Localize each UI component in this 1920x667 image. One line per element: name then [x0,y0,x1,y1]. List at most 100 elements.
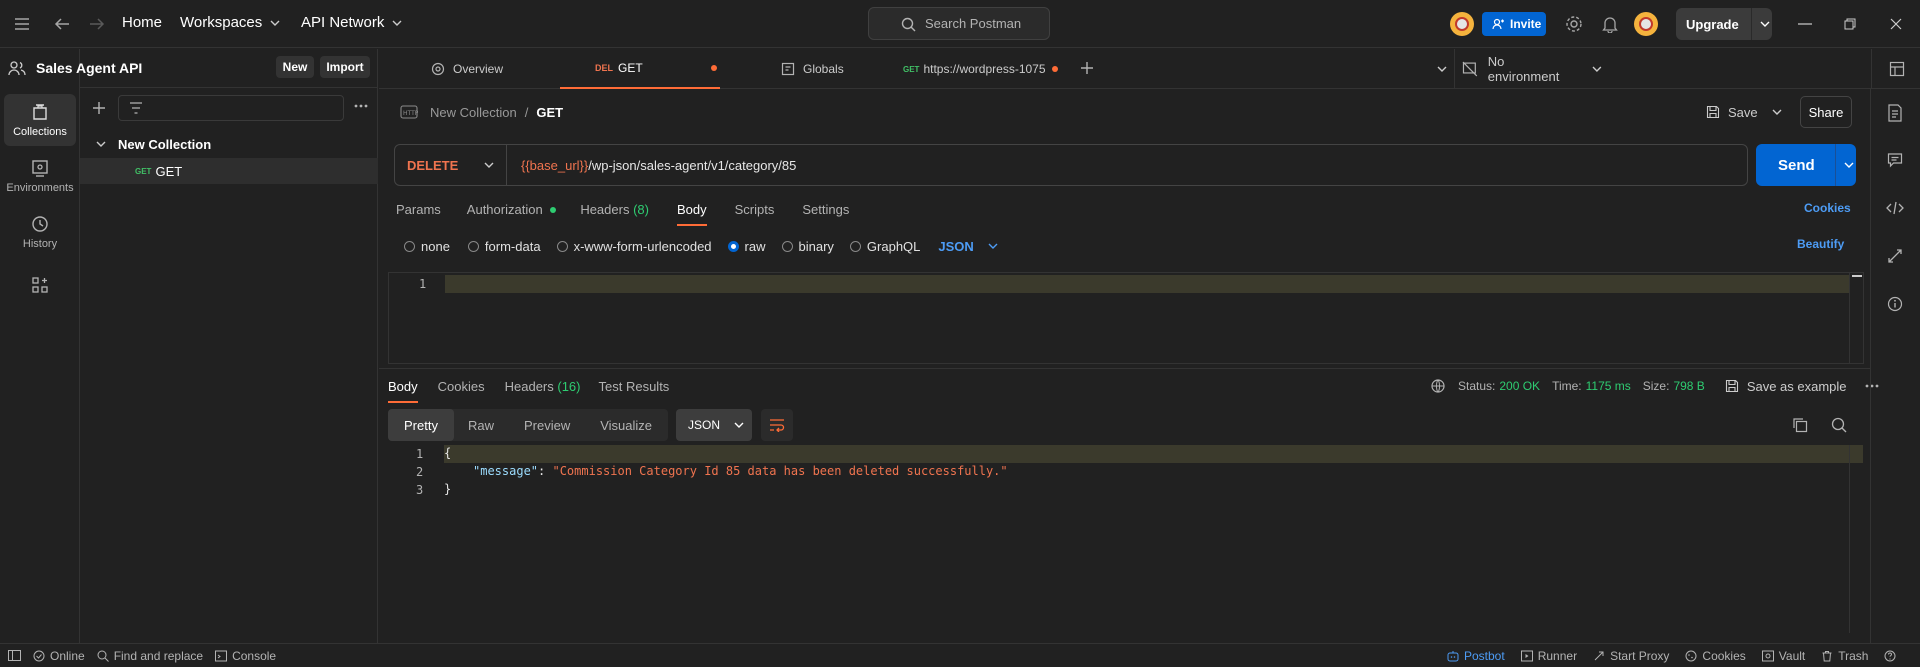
minimize-window-icon[interactable] [1793,12,1817,36]
breadcrumb-request[interactable]: GET [536,105,563,120]
tab-params[interactable]: Params [396,202,441,217]
invite-button[interactable]: Invite [1482,12,1546,36]
new-button[interactable]: New [276,56,314,78]
runner-button[interactable]: Runner [1520,649,1577,663]
url-input[interactable]: {{base_url}} /wp-json/sales-agent/v1/cat… [521,145,796,185]
beautify-link[interactable]: Beautify [1797,237,1844,251]
environment-selector[interactable]: No environment [1462,49,1602,89]
radio-graphql[interactable]: GraphQL [849,239,920,254]
search-input[interactable]: Search Postman [868,7,1050,40]
breadcrumb-separator: / [524,104,529,120]
restore-window-icon[interactable] [1838,12,1862,36]
add-collection-icon[interactable] [92,101,106,115]
find-replace-button[interactable]: Find and replace [97,649,203,663]
info-icon[interactable] [1887,296,1903,312]
tab-settings[interactable]: Settings [802,202,849,217]
console-button[interactable]: Console [215,649,276,663]
help-icon[interactable] [1884,650,1896,662]
new-tab-plus-icon[interactable] [1080,61,1094,75]
user-avatar[interactable] [1634,12,1658,36]
more-options-icon[interactable] [1865,384,1879,388]
tab-headers[interactable]: Headers (8) [580,202,649,217]
related-collections-icon[interactable] [1887,248,1903,264]
share-button[interactable]: Share [1800,96,1852,128]
raw-format-select[interactable]: JSON [938,239,998,254]
time-value[interactable]: 1175 ms [1586,379,1631,393]
status-value[interactable]: 200 OK [1499,379,1540,393]
back-arrow-icon[interactable] [50,12,74,36]
tabs-overflow-chevron-icon[interactable] [1437,66,1447,72]
trash-button[interactable]: Trash [1821,649,1868,663]
response-tab-test-results[interactable]: Test Results [599,379,670,394]
tab-body[interactable]: Body [676,201,707,226]
workspaces-menu[interactable]: Workspaces [180,14,280,31]
cookies-button[interactable]: Cookies [1685,649,1746,663]
postbot-button[interactable]: Postbot [1447,649,1505,663]
documentation-icon[interactable] [1887,104,1903,122]
save-button[interactable]: Save [1706,99,1782,125]
upgrade-button[interactable]: Upgrade [1676,8,1772,40]
chevron-down-icon[interactable] [1844,162,1854,168]
settings-gear-icon[interactable] [1562,12,1586,36]
configure-sidebar-button[interactable] [4,269,76,301]
wrap-lines-button[interactable] [761,409,793,441]
tab-globals[interactable]: Globals [781,49,851,89]
response-body-viewer[interactable]: 1 2 3 { "message": "Commission Category … [379,445,1863,639]
tab-scripts[interactable]: Scripts [735,202,775,217]
search-response-icon[interactable] [1831,417,1847,433]
response-format-select[interactable]: JSON [676,409,752,441]
rail-item-environments[interactable]: Environments [4,150,76,202]
start-proxy-button[interactable]: Start Proxy [1593,649,1669,663]
more-options-icon[interactable] [354,104,368,108]
response-tab-body[interactable]: Body [388,379,418,403]
request-item[interactable]: GET GET [80,158,378,184]
online-status[interactable]: Online [33,649,85,663]
home-link[interactable]: Home [122,14,162,31]
forward-arrow-icon[interactable] [85,12,109,36]
radio-raw-label: raw [744,238,766,254]
radio-binary[interactable]: binary [781,239,834,254]
radio-raw[interactable]: raw [727,238,766,254]
view-pretty[interactable]: Pretty [388,409,454,441]
import-button[interactable]: Import [320,56,370,78]
team-avatar[interactable] [1450,12,1474,36]
environment-quick-look-icon[interactable] [1889,61,1905,77]
filter-input[interactable] [118,95,344,121]
hamburger-menu-icon[interactable] [10,12,34,36]
request-body-editor[interactable]: 1 [388,272,1864,364]
vault-button[interactable]: Vault [1761,648,1806,663]
tab-overview[interactable]: Overview [431,49,507,89]
response-tab-cookies[interactable]: Cookies [438,379,485,394]
chevron-down-icon[interactable] [1772,109,1782,115]
radio-urlencoded[interactable]: x-www-form-urlencoded [556,239,712,254]
notifications-bell-icon[interactable] [1598,12,1622,36]
view-raw[interactable]: Raw [468,418,494,433]
radio-form-data[interactable]: form-data [467,239,541,254]
body-label: Body [676,201,707,217]
view-visualize[interactable]: Visualize [600,418,652,433]
view-preview[interactable]: Preview [524,418,570,433]
save-as-example-button[interactable]: Save as example [1725,379,1847,394]
code-snippet-icon[interactable] [1886,201,1904,215]
radio-none[interactable]: none [404,239,450,254]
rail-item-collections[interactable]: Collections [4,94,76,146]
copy-icon[interactable] [1792,417,1808,433]
toggle-sidebar-icon[interactable] [8,650,21,661]
network-globe-icon[interactable] [1430,378,1446,394]
api-network-menu[interactable]: API Network [301,14,402,31]
breadcrumb-collection[interactable]: New Collection [430,105,517,120]
method-select[interactable]: DELETE [395,145,507,185]
comments-icon[interactable] [1887,152,1903,168]
tab-delete-request[interactable]: DEL GET [560,49,720,89]
tab-get-request[interactable]: GET https://wordpress-1075 [903,49,1058,89]
send-button[interactable]: Send [1778,157,1815,174]
vault-label: Vault [1778,648,1806,663]
response-tab-headers[interactable]: Headers (16) [505,379,581,394]
rail-item-history[interactable]: History [4,206,76,258]
tab-authorization[interactable]: Authorization [467,202,557,217]
chevron-down-icon[interactable] [1760,21,1770,27]
close-window-icon[interactable] [1884,12,1908,36]
size-value[interactable]: 798 B [1673,379,1704,393]
collection-item[interactable]: New Collection [80,131,378,157]
cookies-link[interactable]: Cookies [1804,201,1851,215]
